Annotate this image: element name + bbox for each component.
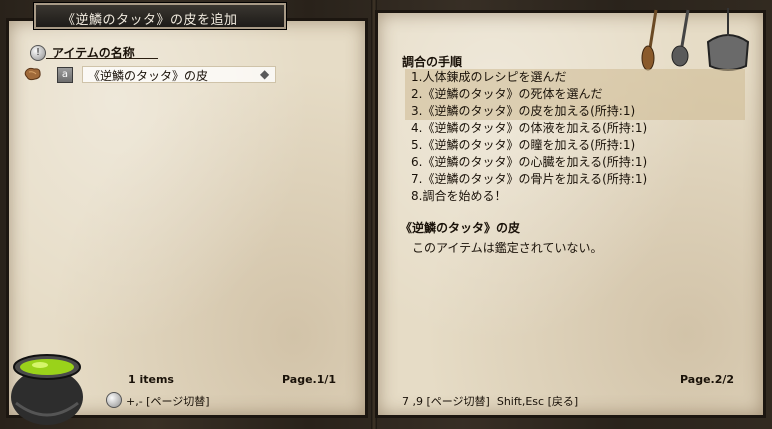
item-name: 《逆鱗のタッタ》の皮: [88, 69, 209, 83]
cauldron-icon: [11, 354, 83, 425]
window-title-bar: 《逆鱗のタッタ》の皮を追加: [33, 2, 287, 30]
diamond-icon: ◆: [260, 67, 270, 81]
recipe-step[interactable]: 8.調合を始める！: [405, 188, 745, 205]
recipe-step[interactable]: 1.人体錬成のレシピを選んだ: [405, 69, 745, 86]
recipe-steps-header: 調合の手順: [402, 55, 463, 69]
recipe-step[interactable]: 5.《逆鱗のタッタ》の瞳を加える(所持:1): [405, 137, 745, 154]
recipe-step-current[interactable]: 3.《逆鱗のタッタ》の皮を加える(所持:1): [405, 103, 745, 120]
left-page-indicator: Page.1/1: [282, 373, 337, 386]
slot-badge: a: [57, 67, 73, 83]
item-detail-title: 《逆鱗のタッタ》の皮: [400, 221, 521, 235]
utensils-icon: [641, 8, 750, 71]
left-hint: +,- [ページ切替]: [126, 395, 210, 408]
item-detail-text: このアイテムは鑑定されていない。: [412, 241, 603, 255]
right-page-indicator: Page.2/2: [680, 373, 735, 386]
mouse-icon: [106, 392, 122, 408]
window-title: 《逆鱗のタッタ》の皮を追加: [62, 13, 238, 28]
hide-icon: [24, 67, 41, 81]
list-item[interactable]: a 《逆鱗のタッタ》の皮 ◆: [24, 66, 346, 83]
recipe-step[interactable]: 7.《逆鱗のタッタ》の骨片を加える(所持:1): [405, 171, 745, 188]
info-icon: !: [30, 45, 46, 61]
right-hint: 7 ,9 [ページ切替] Shift,Esc [戻る]: [402, 395, 579, 408]
recipe-step[interactable]: 2.《逆鱗のタッタ》の死体を選んだ: [405, 86, 745, 103]
recipe-step[interactable]: 6.《逆鱗のタッタ》の心臓を加える(所持:1): [405, 154, 745, 171]
recipe-step[interactable]: 4.《逆鱗のタッタ》の体液を加える(所持:1): [405, 120, 745, 137]
recipe-steps-list: 1.人体錬成のレシピを選んだ 2.《逆鱗のタッタ》の死体を選んだ 3.《逆鱗のタ…: [405, 69, 745, 205]
header-underline: [46, 58, 158, 59]
item-count: 1 items: [128, 373, 174, 386]
